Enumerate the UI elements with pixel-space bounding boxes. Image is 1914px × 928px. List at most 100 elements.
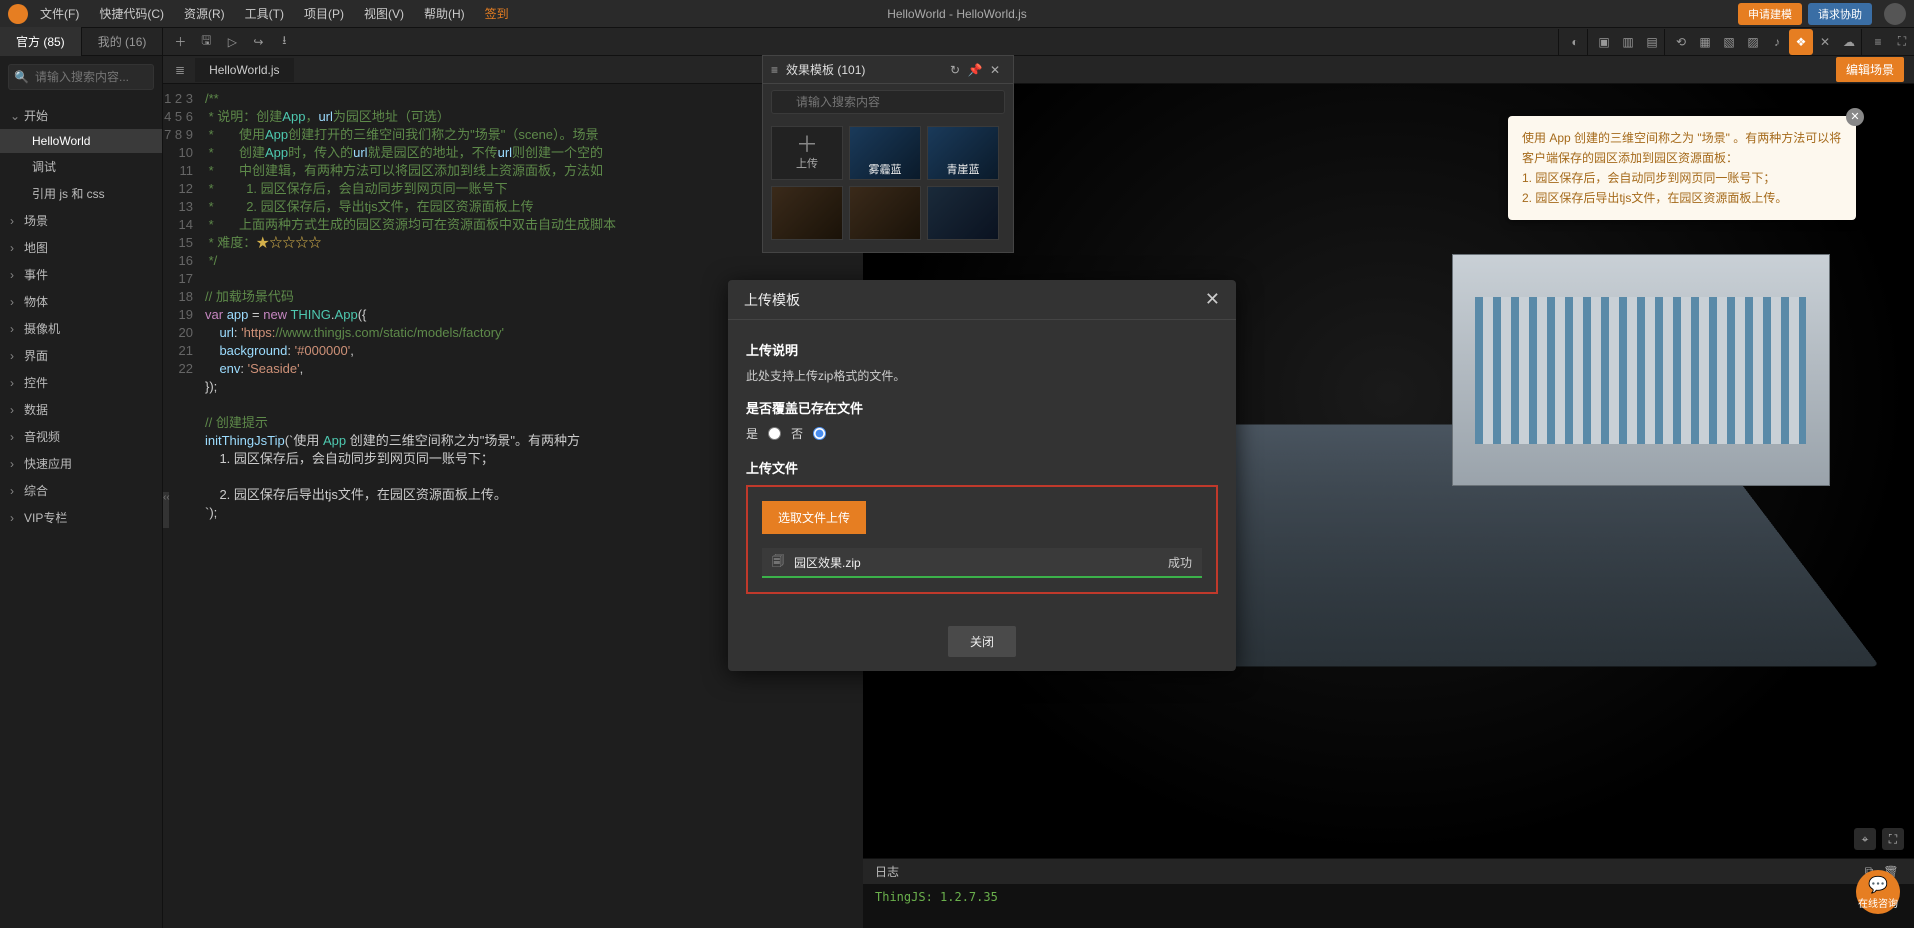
grid2-icon[interactable]: ▨ xyxy=(1741,29,1765,55)
tip-line-1: 使用 App 创建的三维空间称之为 "场景" 。有两种方法可以将客户端保存的园区… xyxy=(1522,128,1842,168)
log-header: 日志 ⧉ 🗑 xyxy=(863,858,1914,884)
menu-project[interactable]: 项目(P) xyxy=(302,1,346,26)
new-icon[interactable]: ＋ xyxy=(167,29,193,55)
modal-close-icon[interactable]: ✕ xyxy=(1205,289,1220,310)
modal-body: 上传说明 此处支持上传zip格式的文件。 是否覆盖已存在文件 是 否 上传文件 … xyxy=(728,320,1236,612)
window-title: HelloWorld - HelloWorld.js xyxy=(887,7,1027,21)
sidebar: 🔍 开始 HelloWorld 调试 引用 js 和 css 场景 地图 事件 … xyxy=(0,56,163,928)
radio-no[interactable] xyxy=(813,427,826,440)
fx-tile-4[interactable] xyxy=(849,186,921,240)
modal-close-button[interactable]: 关闭 xyxy=(948,626,1016,657)
uploaded-file-row: 🗐 园区效果.zip 成功 xyxy=(762,548,1202,578)
file-tab-helloworld[interactable]: HelloWorld.js xyxy=(195,58,293,82)
tree-av[interactable]: 音视频 xyxy=(0,423,162,450)
fab-label: 在线咨询 xyxy=(1858,895,1898,910)
app-logo xyxy=(8,4,28,24)
menu-icon[interactable]: ≡ xyxy=(1866,29,1890,55)
select-file-button[interactable]: 选取文件上传 xyxy=(762,501,866,534)
tree-ui[interactable]: 界面 xyxy=(0,342,162,369)
fullscreen-icon[interactable]: ⛶ xyxy=(1882,828,1904,850)
save-icon[interactable]: 🖫 xyxy=(193,29,219,55)
fx-tile-1[interactable]: 雾霾蓝 xyxy=(849,126,921,180)
tree-data[interactable]: 数据 xyxy=(0,396,162,423)
download-icon[interactable]: ⭳ xyxy=(271,29,297,55)
expand-icon[interactable]: ⛶ xyxy=(1890,29,1914,55)
share-icon[interactable]: ↪ xyxy=(245,29,271,55)
tree-debug[interactable]: 调试 xyxy=(0,153,162,180)
effect-template-icon[interactable]: ❖ xyxy=(1789,29,1813,55)
fx-title: 效果模板 (101) xyxy=(786,61,945,78)
shuffle-icon[interactable]: ✕ xyxy=(1813,29,1837,55)
menu-tools[interactable]: 工具(T) xyxy=(243,1,286,26)
fx-upload-tile[interactable]: ＋ 上传 xyxy=(771,126,843,180)
tree-start[interactable]: 开始 xyxy=(0,102,162,129)
request-help-button[interactable]: 请求协助 xyxy=(1808,3,1872,25)
fx-pin-icon[interactable]: 📌 xyxy=(965,63,985,77)
online-chat-fab[interactable]: 💬 在线咨询 xyxy=(1856,870,1900,914)
locate-icon[interactable]: ⌖ xyxy=(1854,828,1876,850)
tree-vip[interactable]: VIP专栏 xyxy=(0,504,162,531)
tree-event[interactable]: 事件 xyxy=(0,261,162,288)
fx-tile-5[interactable] xyxy=(927,186,999,240)
panel-collapse-handle[interactable]: ‹‹ xyxy=(163,492,169,528)
menu-quickcode[interactable]: 快捷代码(C) xyxy=(97,1,166,26)
radio-no-label: 否 xyxy=(791,425,803,442)
music-icon[interactable]: ♪ xyxy=(1765,29,1789,55)
run-icon[interactable]: ▷ xyxy=(219,29,245,55)
menu-signin[interactable]: 签到 xyxy=(483,1,511,26)
effect-template-panel: ≡ 效果模板 (101) ↻ 📌 ✕ ＋ 上传 雾霾蓝 青崖蓝 xyxy=(762,55,1014,253)
radio-yes[interactable] xyxy=(768,427,781,440)
overwrite-title: 是否覆盖已存在文件 xyxy=(746,398,1218,417)
user-avatar[interactable] xyxy=(1884,3,1906,25)
layers-icon[interactable]: ▤ xyxy=(1640,29,1664,55)
menu-resource[interactable]: 资源(R) xyxy=(182,1,227,26)
upload-box: 选取文件上传 🗐 园区效果.zip 成功 xyxy=(746,485,1218,594)
file-name: 园区效果.zip xyxy=(794,554,1168,571)
request-model-button[interactable]: 申请建模 xyxy=(1738,3,1802,25)
fx-search-input[interactable] xyxy=(771,90,1005,114)
fx-refresh-icon[interactable]: ↻ xyxy=(945,63,965,77)
tree-scene[interactable]: 场景 xyxy=(0,207,162,234)
tree-camera[interactable]: 摄像机 xyxy=(0,315,162,342)
file-icon: 🗐 xyxy=(772,552,784,573)
tooltip-close-icon[interactable]: ✕ xyxy=(1846,108,1864,126)
panel-icon[interactable]: ▥ xyxy=(1616,29,1640,55)
tip-line-3: 2. 园区保存后导出tjs文件，在园区资源面板上传。 xyxy=(1522,188,1842,208)
menu-help[interactable]: 帮助(H) xyxy=(422,1,467,26)
fx-menu-icon[interactable]: ≡ xyxy=(771,63,778,77)
fx-tile-3[interactable] xyxy=(771,186,843,240)
refresh-icon[interactable]: ⟲ xyxy=(1669,29,1693,55)
file-status: 成功 xyxy=(1168,554,1192,571)
editor-tool-group: ◐ xyxy=(1558,29,1587,55)
tree-quickapp[interactable]: 快速应用 xyxy=(0,450,162,477)
tree-composite[interactable]: 综合 xyxy=(0,477,162,504)
tip-line-2: 1. 园区保存后，会自动同步到网页同一账号下； xyxy=(1522,168,1842,188)
file-list-icon[interactable]: ≣ xyxy=(175,63,185,77)
fx-grid: ＋ 上传 雾霾蓝 青崖蓝 xyxy=(763,120,1013,252)
chat-icon: 💬 xyxy=(1868,875,1888,895)
modal-header: 上传模板 ✕ xyxy=(728,280,1236,320)
upload-desc-title: 上传说明 xyxy=(746,340,1218,359)
image-icon[interactable]: ▧ xyxy=(1717,29,1741,55)
edit-scene-button[interactable]: 编辑场景 xyxy=(1836,57,1904,82)
tree-control[interactable]: 控件 xyxy=(0,369,162,396)
tab-mine[interactable]: 我的 (16) xyxy=(82,27,164,56)
scene-tooltip: ✕ 使用 App 创建的三维空间称之为 "场景" 。有两种方法可以将客户端保存的… xyxy=(1508,116,1856,220)
globe-icon[interactable]: ◐ xyxy=(1563,29,1587,55)
grid1-icon[interactable]: ▦ xyxy=(1693,29,1717,55)
fx-tile-2[interactable]: 青崖蓝 xyxy=(927,126,999,180)
tab-official[interactable]: 官方 (85) xyxy=(0,27,82,56)
menu-view[interactable]: 视图(V) xyxy=(362,1,406,26)
sidebar-search-input[interactable] xyxy=(8,64,154,90)
file-tabs: ≣ HelloWorld.js xyxy=(163,56,863,84)
tree-object[interactable]: 物体 xyxy=(0,288,162,315)
tree-import-js-css[interactable]: 引用 js 和 css xyxy=(0,180,162,207)
cloud-icon[interactable]: ☁ xyxy=(1837,29,1861,55)
sidebar-search-wrap: 🔍 xyxy=(0,56,162,98)
scene-building xyxy=(1452,254,1830,486)
menu-file[interactable]: 文件(F) xyxy=(38,1,81,26)
tree-map[interactable]: 地图 xyxy=(0,234,162,261)
cube-icon[interactable]: ▣ xyxy=(1592,29,1616,55)
tree-helloworld[interactable]: HelloWorld xyxy=(0,129,162,153)
fx-close-icon[interactable]: ✕ xyxy=(985,63,1005,77)
